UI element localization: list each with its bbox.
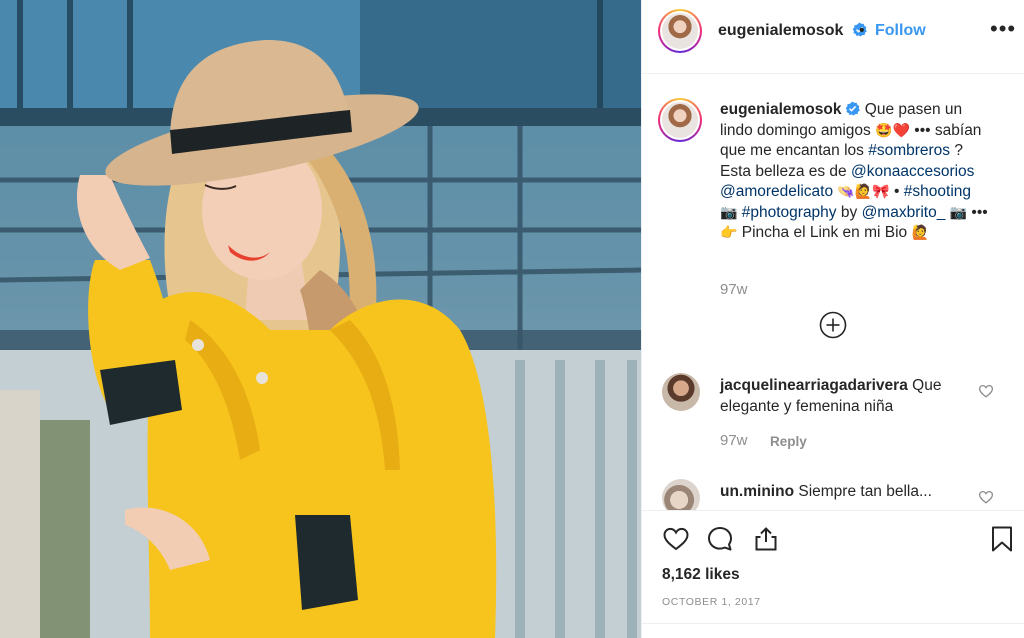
hashtag-sombreros[interactable]: #sombreros xyxy=(868,142,950,159)
hashtag-shooting[interactable]: #shooting xyxy=(904,183,971,200)
comment-username[interactable]: jacquelinearriagadarivera xyxy=(720,377,908,394)
post-photo-illustration xyxy=(0,0,641,638)
commenter-avatar[interactable] xyxy=(662,373,700,411)
comment-like-heart-icon[interactable] xyxy=(978,489,994,505)
share-icon[interactable] xyxy=(752,525,780,553)
author-avatar[interactable] xyxy=(658,9,702,53)
caption-bullet: • xyxy=(894,183,900,200)
caption-dots-1: ••• xyxy=(914,121,931,139)
caption-emoji-2: 👒🙋🎀 xyxy=(837,184,890,200)
post-date[interactable]: OCTOBER 1, 2017 xyxy=(662,596,761,608)
post-sidebar: eugenialemosok • Follow ••• eugenialemos… xyxy=(641,0,1024,638)
more-options-icon[interactable]: ••• xyxy=(990,18,1016,40)
comment-timestamp[interactable]: 97w xyxy=(720,432,748,449)
post-photo[interactable] xyxy=(0,0,641,638)
comment-username[interactable]: un.minino xyxy=(720,483,794,500)
add-comment-divider xyxy=(642,623,1024,638)
pointing-emoji: 👉 xyxy=(720,225,738,241)
header-separator: • xyxy=(859,22,865,39)
mention-konaaccesorios[interactable]: @konaaccesorios xyxy=(851,163,974,180)
likes-count[interactable]: 8,162 likes xyxy=(662,566,740,584)
comment-item: un.minino Siempre tan bella... xyxy=(720,481,980,502)
post-caption: eugenialemosok Que pasen un lindo doming… xyxy=(720,100,992,244)
post-header: eugenialemosok • Follow ••• xyxy=(642,0,1024,74)
like-heart-icon[interactable] xyxy=(662,525,690,553)
post-actions: 8,162 likes OCTOBER 1, 2017 xyxy=(642,510,1024,638)
author-username[interactable]: eugenialemosok xyxy=(718,22,843,39)
comment-text: Siempre tan bella... xyxy=(798,483,932,500)
caption-author-avatar[interactable] xyxy=(658,98,702,142)
caption-text-by: by xyxy=(840,203,858,221)
load-more-comments-icon[interactable] xyxy=(819,311,847,339)
mention-maxbrito[interactable]: @maxbrito_ xyxy=(862,204,946,221)
hashtag-photography[interactable]: #photography xyxy=(742,204,837,221)
caption-emoji-1: 🤩❤️ xyxy=(875,122,910,139)
caption-emoji-3: 🙋 xyxy=(911,225,929,241)
comment-item: jacquelinearriagadarivera Que elegante y… xyxy=(720,375,980,417)
caption-dots-2: ••• xyxy=(971,203,988,221)
author-username-row: eugenialemosok xyxy=(718,22,867,40)
comment-bubble-icon[interactable] xyxy=(706,525,734,553)
camera-emoji-1: 📷 xyxy=(720,204,738,221)
caption-text-4: Pincha el Link en mi Bio xyxy=(741,224,908,241)
camera-emoji-2: 📷 xyxy=(949,204,968,221)
comment-like-heart-icon[interactable] xyxy=(978,383,994,399)
mention-amoredelicato[interactable]: @amoredelicato xyxy=(720,183,833,200)
caption-username[interactable]: eugenialemosok xyxy=(720,101,841,118)
commenter-avatar[interactable] xyxy=(662,479,700,510)
comments-section: eugenialemosok Que pasen un lindo doming… xyxy=(642,75,1024,510)
follow-button[interactable]: Follow xyxy=(875,22,926,40)
caption-timestamp[interactable]: 97w xyxy=(720,281,748,298)
reply-button[interactable]: Reply xyxy=(770,434,807,449)
caption-verified-badge-icon xyxy=(846,101,861,116)
save-bookmark-icon[interactable] xyxy=(988,525,1016,553)
